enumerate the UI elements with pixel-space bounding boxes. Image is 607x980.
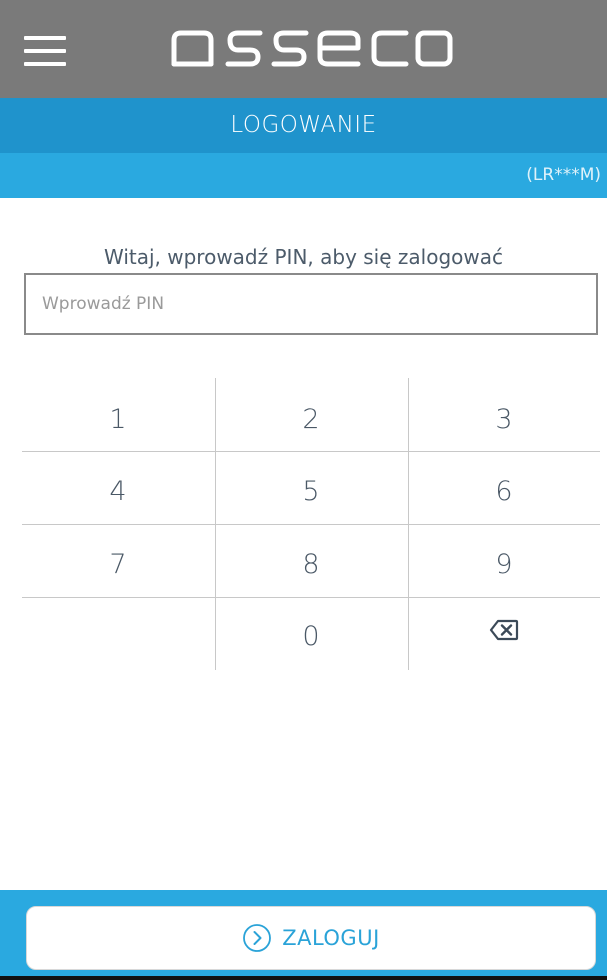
greeting-text: Witaj, wprowadź PIN, aby się zalogować — [103, 245, 503, 269]
keypad-key-8[interactable]: 8 — [215, 528, 407, 600]
pin-input[interactable] — [24, 273, 598, 335]
app-header — [0, 0, 607, 98]
keypad-key-4[interactable]: 4 — [22, 455, 214, 527]
keypad-key-1[interactable]: 1 — [22, 383, 214, 455]
user-code: (LR***M) — [526, 165, 601, 185]
hamburger-menu-icon[interactable] — [24, 36, 66, 66]
chevron-right-circle-icon — [243, 924, 272, 952]
keypad-key-empty — [22, 600, 214, 672]
keypad-key-7[interactable]: 7 — [22, 528, 214, 600]
keypad-key-2[interactable]: 2 — [215, 383, 407, 455]
keypad-key-5[interactable]: 5 — [215, 455, 407, 527]
user-bar: (LR***M) — [0, 153, 607, 198]
screen-bottom-edge — [0, 976, 607, 980]
keypad-key-3[interactable]: 3 — [408, 383, 600, 455]
login-button[interactable]: ZALOGUJ — [26, 906, 596, 970]
backspace-icon — [489, 619, 519, 641]
keypad-key-9[interactable]: 9 — [408, 528, 600, 600]
backspace-button[interactable] — [408, 594, 600, 666]
page-title: LOGOWANIE — [0, 98, 607, 153]
keypad-key-0[interactable]: 0 — [215, 600, 407, 672]
keypad-key-6[interactable]: 6 — [408, 455, 600, 527]
login-button-label: ZALOGUJ — [282, 926, 380, 950]
numeric-keypad: 1 2 3 4 5 6 7 8 9 0 — [22, 378, 600, 670]
asseco-logo — [171, 30, 453, 67]
